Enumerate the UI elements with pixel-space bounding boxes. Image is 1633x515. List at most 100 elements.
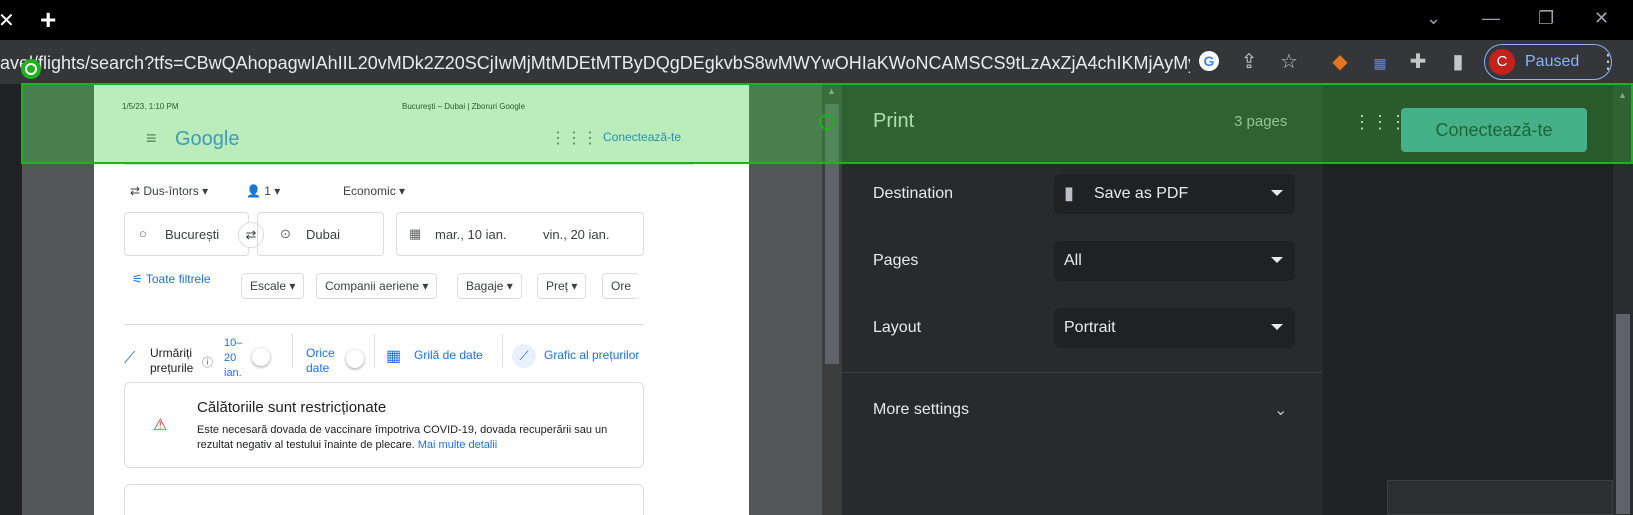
trend-icon: ⟋ [124, 350, 136, 367]
title-bar: ✕ + ⌄ — ❐ ✕ [0, 0, 1633, 40]
target-icon [819, 114, 835, 130]
location-pin-icon: ⊙ [280, 226, 291, 241]
origin-circle-icon: ○ [139, 226, 147, 241]
origin-field[interactable]: ○ București [124, 212, 249, 256]
svg-text:G: G [1204, 53, 1215, 69]
share-icon[interactable]: ⇪ [1237, 50, 1261, 74]
track-dates-toggle[interactable] [252, 348, 270, 366]
warning-icon: ⚠ [153, 417, 168, 434]
all-filters-label: Toate filtrele [145, 272, 211, 286]
dates-field[interactable]: ▦ mar., 10 ian. vin., 20 ian. [396, 212, 644, 256]
target-icon [21, 59, 41, 79]
url-field[interactable]: avel/flights/search?tfs=CBwQAhopagwIAhII… [0, 53, 1190, 74]
divider [124, 164, 694, 165]
divider [292, 334, 293, 368]
track-dates-line-1: 10– [224, 337, 243, 349]
track-label-line-1: Urmăriți [150, 346, 192, 360]
address-bar: avel/flights/search?tfs=CBwQAhopagwIAhII… [0, 40, 1633, 84]
side-panel-icon[interactable]: ▮ [1446, 50, 1470, 74]
destination-field[interactable]: ⊙ Dubai [257, 212, 384, 256]
menu-kebab-icon[interactable]: ⋮ [1596, 50, 1620, 74]
pages-select[interactable]: All [1054, 241, 1295, 281]
depart-date[interactable]: mar., 10 ian. [435, 227, 507, 242]
any-dates-toggle[interactable] [346, 350, 364, 368]
puzzle-extensions-icon[interactable]: ✚ [1406, 50, 1430, 74]
metamask-extension-icon[interactable]: ◆ [1328, 50, 1352, 74]
profile-button[interactable]: C Paused [1484, 44, 1612, 80]
cabin-label: Economic [343, 184, 396, 198]
pdf-file-icon: ▮ [1064, 183, 1074, 203]
price-graph-button[interactable]: Grafic al prețurilor [544, 348, 639, 362]
destination-value: Save as PDF [1094, 185, 1189, 202]
floating-card [1387, 480, 1613, 515]
track-dates-line-2: 20 [224, 352, 237, 364]
tab-search-icon[interactable]: ⌄ [1426, 8, 1441, 29]
pages-value: All [1064, 252, 1082, 269]
alert-body: Este necesară dovada de vaccinare împotr… [197, 423, 627, 453]
divider [842, 372, 1323, 373]
dropdown-arrow-icon [1271, 324, 1283, 330]
trip-type-select[interactable]: ⇄ Dus-întors ▾ [130, 184, 208, 198]
calendar-icon: ▦ [409, 226, 422, 241]
layout-label: Layout [873, 319, 922, 336]
alert-more-link[interactable]: Mai multe detalii [418, 439, 497, 451]
divider [124, 324, 644, 325]
trip-type-label: Dus-întors [143, 184, 199, 198]
times-label: Ore [611, 279, 632, 293]
more-settings-toggle[interactable]: More settings ⌄ [842, 384, 1323, 434]
track-dates: 10– 20 ian. [224, 336, 242, 381]
google-icon[interactable]: G [1197, 50, 1221, 74]
chevron-down-icon: ⌄ [1274, 402, 1288, 419]
avatar: C [1489, 49, 1515, 75]
track-prices-label: Urmăriți prețurile [150, 346, 193, 376]
destination-value: Dubai [306, 227, 340, 242]
info-icon[interactable]: ⓘ [202, 354, 213, 370]
divider [374, 334, 375, 368]
bookmark-star-icon[interactable]: ☆ [1277, 50, 1301, 74]
alert-title: Călătoriile sunt restricționate [197, 399, 387, 416]
cabin-select[interactable]: Economic ▾ [343, 184, 405, 198]
layout-value: Portrait [1064, 319, 1116, 336]
pages-label: Pages [873, 252, 919, 269]
date-grid-button[interactable]: Grilă de date [414, 348, 483, 362]
all-filters-button[interactable]: ⚟ Toate filtrele [132, 272, 211, 286]
airlines-filter[interactable]: Companii aeriene ▾ [316, 273, 438, 299]
track-label-line-2: prețurile [150, 361, 194, 375]
date-grid-icon: ▦ [386, 348, 402, 365]
return-date[interactable]: vin., 20 ian. [543, 227, 610, 242]
destination-select[interactable]: ▮ Save as PDF [1054, 174, 1295, 214]
dropdown-arrow-icon [1271, 257, 1283, 263]
restriction-alert: ⚠ Călătoriile sunt restricționate Este n… [124, 382, 644, 468]
origin-value: București [165, 227, 220, 242]
price-label: Preț [546, 279, 569, 293]
page-scrollbar-thumb[interactable] [1616, 314, 1630, 514]
close-tab-icon[interactable]: ✕ [0, 8, 15, 33]
restore-icon[interactable]: ❐ [1538, 8, 1554, 29]
stops-filter[interactable]: Escale ▾ [241, 273, 305, 299]
airlines-label: Companii aeriene [325, 279, 420, 293]
minimize-icon[interactable]: — [1482, 8, 1500, 29]
layout-select[interactable]: Portrait [1054, 308, 1295, 348]
bags-filter[interactable]: Bagaje ▾ [457, 273, 522, 299]
alert-body-text: Este necesară dovada de vaccinare împotr… [197, 424, 608, 451]
times-filter[interactable]: Ore [602, 273, 640, 299]
passengers-select[interactable]: 👤 1 ▾ [246, 184, 280, 198]
window-close-icon[interactable]: ✕ [1594, 8, 1609, 29]
new-tab-button[interactable]: + [40, 4, 56, 36]
any-dates-line-1: Orice [306, 346, 335, 360]
result-card [124, 484, 644, 515]
price-filter[interactable]: Preț ▾ [537, 273, 587, 299]
divider [502, 334, 503, 368]
bags-label: Bagaje [466, 279, 504, 293]
dropdown-arrow-icon [1271, 190, 1283, 196]
stops-label: Escale [250, 279, 287, 293]
passengers-count: 1 [264, 184, 271, 198]
any-dates-label: Orice date [306, 346, 335, 376]
price-graph-icon: ⟋ [512, 344, 536, 368]
any-dates-line-2: date [306, 361, 330, 375]
extension-icon[interactable]: ▦ [1368, 50, 1392, 74]
track-dates-line-3: ian. [224, 367, 242, 379]
profile-status: Paused [1525, 53, 1580, 70]
more-settings-label: More settings [873, 401, 970, 418]
destination-label: Destination [873, 185, 954, 202]
